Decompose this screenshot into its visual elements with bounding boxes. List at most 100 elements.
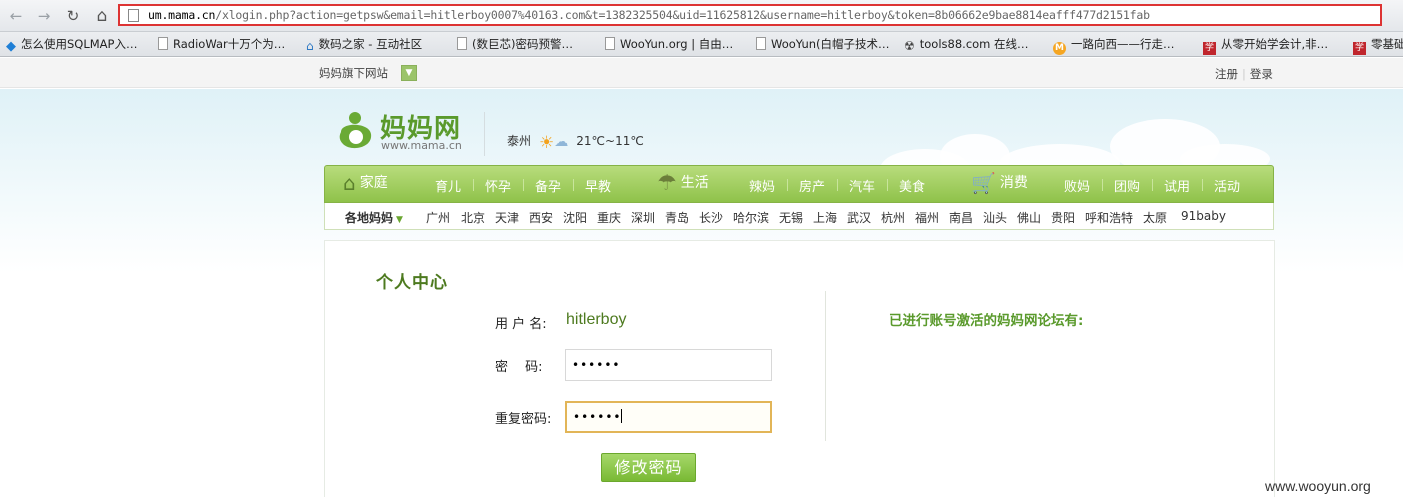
nav-item[interactable]: 团购	[1114, 176, 1140, 195]
city-link[interactable]: 西安	[529, 209, 553, 226]
bookmark-label: WooYun.org | 自由…	[620, 37, 734, 51]
forward-icon[interactable]: →	[34, 6, 54, 26]
reload-icon[interactable]: ↻	[63, 6, 83, 26]
page-icon	[457, 37, 467, 50]
city-link[interactable]: 上海	[813, 209, 837, 226]
register-link[interactable]: 注册	[1215, 67, 1238, 81]
city-link[interactable]: 呼和浩特	[1085, 209, 1133, 226]
bookmark-label: 零基础	[1371, 37, 1403, 51]
username-label: 用 户 名:	[495, 317, 547, 332]
city-link[interactable]: 武汉	[847, 209, 871, 226]
city-link[interactable]: 91baby	[1181, 209, 1226, 223]
bookmark-item[interactable]: ☢ tools88.com 在线…	[904, 36, 1029, 53]
city-link[interactable]: 无锡	[779, 209, 803, 226]
network-sites-link[interactable]: 妈妈旗下网站	[319, 65, 388, 81]
page-icon	[756, 37, 766, 50]
city-link[interactable]: 深圳	[631, 209, 655, 226]
nav-item[interactable]: 辣妈	[749, 176, 775, 195]
city-link[interactable]: 天津	[495, 209, 519, 226]
sun-icon: ☀	[539, 133, 555, 153]
nav-divider	[573, 179, 574, 191]
personal-center-panel: 个人中心 用 户 名: hitlerboy 密 码: •••••• 重复密码: …	[324, 240, 1275, 497]
text-caret	[621, 409, 623, 423]
city-nav-label-text: 各地妈妈	[345, 211, 394, 225]
nav-divider	[473, 179, 474, 191]
city-link[interactable]: 哈尔滨	[733, 209, 769, 226]
city-link[interactable]: 太原	[1143, 209, 1167, 226]
weather-widget: 泰州 ☀☁ 21℃~11℃	[507, 132, 644, 153]
nav-divider	[1152, 179, 1153, 191]
nav-life[interactable]: ☂ 生活	[657, 171, 709, 199]
nav-item[interactable]: 房产	[799, 176, 825, 195]
change-password-button[interactable]: 修改密码	[601, 453, 696, 482]
url-text[interactable]: um.mama.cn/xlogin.php?action=getpsw&emai…	[148, 8, 1150, 22]
bookmark-item[interactable]: 学零基础	[1353, 36, 1403, 55]
bookmark-label: (数巨芯)密码预警…	[472, 37, 573, 51]
city-link[interactable]: 福州	[915, 209, 939, 226]
password-field-value: ••••••	[572, 358, 621, 372]
confirm-password-field-value: ••••••	[573, 410, 622, 424]
divider: |	[1242, 67, 1246, 81]
nav-item[interactable]: 汽车	[849, 176, 875, 195]
city-link[interactable]: 广州	[426, 209, 450, 226]
site-top-strip: 妈妈旗下网站 ▼ 注册 | 登录	[0, 58, 1403, 88]
page-icon	[158, 37, 168, 50]
nav-life-label: 生活	[680, 175, 709, 191]
bookmark-item[interactable]: WooYun(白帽子技术…	[756, 36, 890, 52]
nav-consume-label: 消费	[999, 175, 1028, 191]
nav-item[interactable]: 试用	[1164, 176, 1190, 195]
bookmark-label: 数码之家 - 互动社区	[318, 37, 423, 51]
bookmark-item[interactable]: M 一路向西——行走…	[1053, 36, 1175, 55]
url-host: um.mama.cn	[148, 8, 216, 22]
city-link[interactable]: 长沙	[699, 209, 723, 226]
nav-home-label: 家庭	[359, 175, 388, 191]
city-link[interactable]: 杭州	[881, 209, 905, 226]
city-nav: 各地妈妈 ▼ 广州 北京 天津 西安 沈阳 重庆 深圳 青岛 长沙 哈尔滨 无锡 …	[324, 203, 1274, 230]
chevron-down-icon: ▼	[396, 215, 403, 225]
nav-divider	[787, 179, 788, 191]
watermark: www.wooyun.org	[1265, 478, 1371, 494]
site-logo[interactable]: 妈妈网 www.mama.cn	[337, 106, 477, 156]
city-nav-label[interactable]: 各地妈妈 ▼	[345, 209, 403, 226]
city-link[interactable]: 佛山	[1017, 209, 1041, 226]
weather-temperature: 21℃~11℃	[576, 134, 644, 148]
nav-item[interactable]: 美食	[899, 176, 925, 195]
home-icon[interactable]: ⌂	[92, 6, 112, 26]
back-icon[interactable]: ←	[6, 6, 26, 26]
nav-item[interactable]: 怀孕	[485, 176, 511, 195]
page-title: 个人中心	[376, 273, 448, 293]
nav-item[interactable]: 活动	[1214, 176, 1240, 195]
city-link[interactable]: 汕头	[983, 209, 1007, 226]
city-link[interactable]: 青岛	[665, 209, 689, 226]
nav-item[interactable]: 败妈	[1064, 176, 1090, 195]
city-link[interactable]: 沈阳	[563, 209, 587, 226]
panel-divider	[825, 291, 826, 441]
url-path: /xlogin.php?action=getpsw&email=hitlerbo…	[215, 8, 1150, 22]
city-link[interactable]: 南昌	[949, 209, 973, 226]
address-bar[interactable]: um.mama.cn/xlogin.php?action=getpsw&emai…	[118, 4, 1382, 26]
nav-item[interactable]: 备孕	[535, 176, 561, 195]
chevron-down-icon[interactable]: ▼	[401, 65, 417, 81]
city-link[interactable]: 贵阳	[1051, 209, 1075, 226]
study-icon: 学	[1203, 42, 1216, 55]
confirm-password-field[interactable]: ••••••	[565, 401, 772, 433]
nav-home[interactable]: ⌂ 家庭	[343, 171, 388, 199]
bookmark-label: 从零开始学会计,非…	[1221, 37, 1329, 51]
bookmark-item[interactable]: 学从零开始学会计,非…	[1203, 36, 1328, 55]
cart-icon: 🛒	[971, 171, 996, 195]
nav-item[interactable]: 育儿	[435, 176, 461, 195]
bookmark-item[interactable]: RadioWar十万个为…	[158, 36, 285, 52]
nav-item[interactable]: 早教	[585, 176, 611, 195]
nav-divider	[1102, 179, 1103, 191]
bookmark-item[interactable]: WooYun.org | 自由…	[605, 36, 733, 52]
radiation-icon: ☢	[904, 39, 915, 53]
bookmark-item[interactable]: (数巨芯)密码预警…	[457, 36, 573, 52]
bookmark-item[interactable]: ◆ 怎么使用SQLMAP入…	[6, 36, 137, 54]
city-link[interactable]: 北京	[461, 209, 485, 226]
nav-divider	[523, 179, 524, 191]
nav-consume[interactable]: 🛒 消费	[971, 171, 1028, 199]
password-field[interactable]: ••••••	[565, 349, 772, 381]
bookmark-item[interactable]: ⌂ 数码之家 - 互动社区	[306, 36, 422, 53]
login-link[interactable]: 登录	[1250, 67, 1273, 81]
city-link[interactable]: 重庆	[597, 209, 621, 226]
